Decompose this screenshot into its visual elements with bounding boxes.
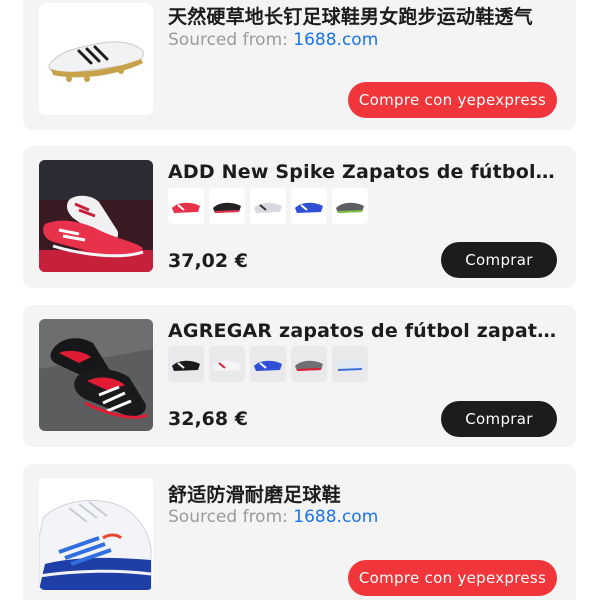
product-price: 37,02 € <box>168 250 248 272</box>
variant-thumbnail[interactable] <box>250 346 286 382</box>
variant-options <box>168 188 368 224</box>
sourced-link[interactable]: 1688.com <box>293 507 378 527</box>
variant-thumbnail[interactable] <box>291 188 327 224</box>
buy-button[interactable]: Comprar <box>441 242 557 278</box>
buy-button[interactable]: Comprar <box>441 401 557 437</box>
variant-thumbnail[interactable] <box>332 188 368 224</box>
product-title[interactable]: 天然硬草地长钉足球鞋男女跑步运动鞋透气 <box>168 2 560 29</box>
red-white-boot-icon <box>172 202 200 213</box>
product-title[interactable]: AGREGAR zapatos de fútbol zapatill... <box>168 320 560 342</box>
sourced-label: Sourced from: <box>168 30 288 50</box>
white-red-boot-icon <box>213 360 241 371</box>
buy-with-yepexpress-button[interactable]: Compre con yepexpress <box>348 82 557 118</box>
blue-boot-icon <box>254 360 282 371</box>
variant-options <box>168 346 368 382</box>
white-silver-boot-icon <box>254 202 282 213</box>
product-image[interactable] <box>39 319 153 431</box>
white-blue-indoor-shoe-icon <box>39 478 153 590</box>
product-price: 32,68 € <box>168 408 248 430</box>
product-card[interactable]: 天然硬草地长钉足球鞋男女跑步运动鞋透气 Sourced from: 1688.c… <box>23 0 576 130</box>
sourced-from-text: Sourced from: 1688.com <box>168 507 378 527</box>
product-card[interactable]: ADD New Spike Zapatos de fútbol c... 37,… <box>23 146 576 288</box>
black-red-boots-pair-icon <box>39 319 153 431</box>
red-white-boots-pair-icon <box>39 160 153 272</box>
white-gold-football-boot-icon <box>39 3 153 115</box>
white-blue-boot-icon <box>336 360 364 371</box>
black-white-boot-icon <box>172 360 200 371</box>
product-card[interactable]: AGREGAR zapatos de fútbol zapatill... 32… <box>23 305 576 447</box>
variant-thumbnail[interactable] <box>291 346 327 382</box>
grey-green-boot-icon <box>336 202 364 213</box>
buy-with-yepexpress-button[interactable]: Compre con yepexpress <box>348 560 557 596</box>
variant-thumbnail[interactable] <box>168 346 204 382</box>
sourced-from-text: Sourced from: 1688.com <box>168 30 378 50</box>
variant-thumbnail[interactable] <box>209 188 245 224</box>
product-title[interactable]: 舒适防滑耐磨足球鞋 <box>168 480 560 507</box>
product-image[interactable] <box>39 160 153 272</box>
blue-boot-icon <box>295 202 323 213</box>
variant-thumbnail[interactable] <box>332 346 368 382</box>
variant-thumbnail[interactable] <box>168 188 204 224</box>
product-card[interactable]: 舒适防滑耐磨足球鞋 Sourced from: 1688.com Compre … <box>23 464 576 600</box>
product-image[interactable] <box>39 478 153 590</box>
sourced-link[interactable]: 1688.com <box>293 30 378 50</box>
variant-thumbnail[interactable] <box>209 346 245 382</box>
grey-red-boot-icon <box>295 360 323 371</box>
product-title[interactable]: ADD New Spike Zapatos de fútbol c... <box>168 161 560 183</box>
product-image[interactable] <box>39 3 153 115</box>
black-red-boot-icon <box>213 202 241 213</box>
sourced-label: Sourced from: <box>168 507 288 527</box>
product-list: 天然硬草地长钉足球鞋男女跑步运动鞋透气 Sourced from: 1688.c… <box>0 0 600 600</box>
variant-thumbnail[interactable] <box>250 188 286 224</box>
